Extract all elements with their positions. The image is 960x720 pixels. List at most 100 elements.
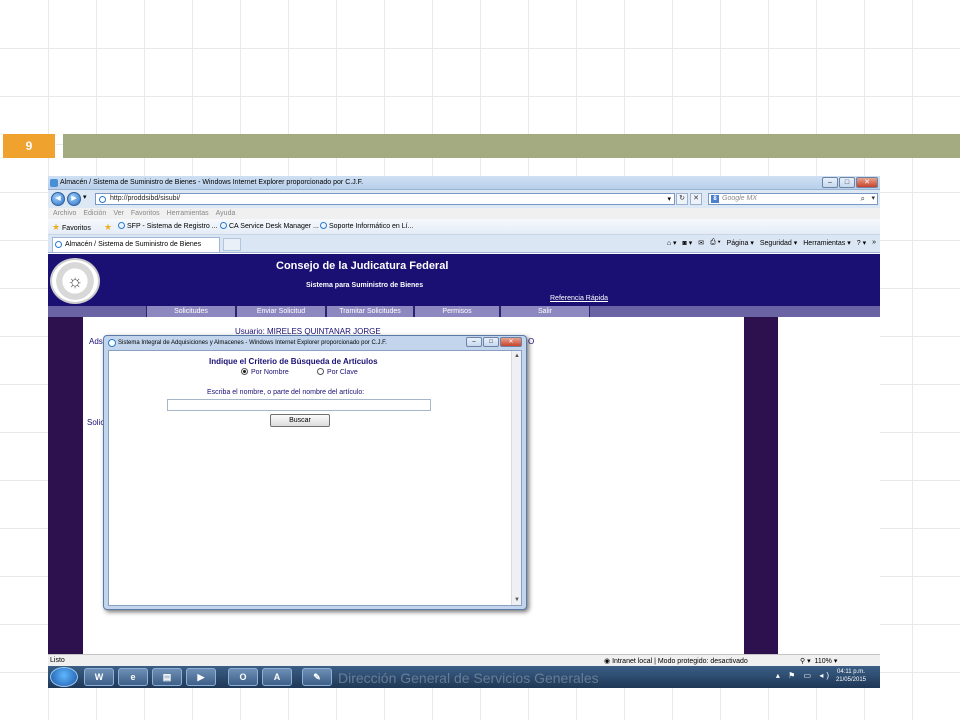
browser-screenshot: Almacén / Sistema de Suministro de Biene… <box>48 176 880 688</box>
site-header: ☼ Consejo de la Judicatura Federal Siste… <box>48 254 880 306</box>
site-subtitle: Sistema para Suministro de Bienes <box>306 282 424 289</box>
page-menu[interactable]: Página ▾ <box>727 239 754 247</box>
favorite-item-1[interactable]: SFP - Sistema de Registro ... <box>118 222 218 230</box>
history-dropdown-icon[interactable]: ▾ <box>83 193 87 201</box>
favorite-label: Soporte Informático en Lí... <box>329 223 414 230</box>
favorite-item-2[interactable]: CA Service Desk Manager ... <box>220 222 319 230</box>
security-zone: ◉ Intranet local | Modo protegido: desac… <box>604 658 748 665</box>
radio-unselected-icon[interactable] <box>317 368 324 375</box>
favorite-label: CA Service Desk Manager ... <box>229 223 319 230</box>
favorites-label: Favoritos <box>62 225 91 232</box>
folder-icon[interactable]: ▤ <box>152 668 182 686</box>
back-button[interactable]: ◀ <box>51 192 65 206</box>
menu-ayuda[interactable]: Ayuda <box>216 208 236 219</box>
minimize-button[interactable]: – <box>822 177 838 188</box>
scroll-up-icon[interactable]: ▲ <box>513 352 521 360</box>
stop-icon[interactable]: ✕ <box>690 193 702 205</box>
popup-body: Indique el Criterio de Búsqueda de Artíc… <box>108 350 522 606</box>
star-icon: ★ <box>52 222 61 232</box>
browser-window-title: Almacén / Sistema de Suministro de Biene… <box>60 179 364 186</box>
tab-bar: Almacén / Sistema de Suministro de Biene… <box>48 235 880 253</box>
grid-line <box>0 96 960 97</box>
national-seal-logo: ☼ <box>50 258 100 304</box>
menu-ver[interactable]: Ver <box>113 208 124 219</box>
forward-button[interactable]: ▶ <box>67 192 81 206</box>
page-icon <box>220 222 227 229</box>
right-sidebar-column <box>744 317 778 654</box>
menu-favoritos[interactable]: Favoritos <box>131 208 160 219</box>
internet-explorer-icon[interactable]: e <box>118 668 148 686</box>
outlook-icon[interactable]: O <box>228 668 258 686</box>
nav-enviar-solicitud[interactable]: Enviar Solicitud <box>236 306 326 317</box>
maximize-button[interactable]: □ <box>839 177 855 188</box>
add-favorite-icon[interactable]: ★ <box>104 222 112 233</box>
refresh-icon[interactable]: ↻ <box>676 193 688 205</box>
scroll-down-icon[interactable]: ▼ <box>513 596 521 604</box>
nav-permisos[interactable]: Permisos <box>414 306 500 317</box>
start-button[interactable] <box>50 667 78 687</box>
clock-date: 21/05/2015 <box>835 677 866 683</box>
menu-herramientas[interactable]: Herramientas <box>167 208 209 219</box>
page-icon <box>99 196 106 203</box>
zone-label: Intranet local | Modo protegido: desacti… <box>612 658 748 665</box>
radio-por-clave[interactable]: Por Clave <box>317 368 358 376</box>
paint-icon[interactable]: ✎ <box>302 668 332 686</box>
search-placeholder: Google MX <box>722 195 758 202</box>
window-controls: – □ ✕ <box>822 177 878 188</box>
ie-icon <box>50 179 58 187</box>
nav-tramitar-solicitudes[interactable]: Tramitar Solicitudes <box>326 306 414 317</box>
article-name-input[interactable] <box>167 399 431 411</box>
feeds-icon[interactable]: ◙ ▾ <box>683 239 693 247</box>
media-player-icon[interactable]: ▶ <box>186 668 216 686</box>
zoom-control[interactable]: ⚲ ▾ 110% ▾ <box>800 657 837 665</box>
print-icon[interactable]: ⎙ ▾ <box>710 239 721 247</box>
help-icon[interactable]: ? ▾ <box>857 239 866 247</box>
search-icon[interactable]: ⌕ <box>861 194 865 204</box>
favorites-button[interactable]: ★ Favoritos <box>52 222 91 233</box>
tools-menu[interactable]: Herramientas ▾ <box>803 239 850 247</box>
site-nav: Solicitudes Enviar Solicitud Tramitar So… <box>48 306 880 317</box>
menu-bar: Archivo Edición Ver Favoritos Herramient… <box>48 208 880 219</box>
nav-solicitudes[interactable]: Solicitudes <box>146 306 236 317</box>
system-clock[interactable]: 04:11 p.m. 21/05/2015 <box>836 668 866 684</box>
radio-por-nombre[interactable]: Por Nombre <box>241 368 289 376</box>
clock-time: 04:11 p.m. <box>837 669 865 675</box>
page-icon <box>55 241 62 248</box>
address-dropdown-icon[interactable]: ▾ <box>667 195 671 203</box>
quick-reference-link[interactable]: Referencia Rápida <box>550 295 608 302</box>
browser-titlebar: Almacén / Sistema de Suministro de Biene… <box>48 176 880 190</box>
presentation-slide: 9 Almacén / Sistema de Suministro de Bie… <box>0 0 960 720</box>
page-icon <box>118 222 125 229</box>
popup-maximize-button[interactable]: □ <box>483 337 499 347</box>
search-box[interactable]: 8 Google MX ⌕ ▾ <box>708 193 878 205</box>
address-url: http://proddsibd/sisubi/ <box>110 195 181 202</box>
pdf-reader-icon[interactable]: A <box>262 668 292 686</box>
mail-icon[interactable]: ✉ <box>698 239 704 247</box>
system-tray-icons[interactable]: ▴ ⚑ ▭ ◂) <box>776 671 832 680</box>
nav-salir[interactable]: Salir <box>500 306 590 317</box>
search-dropdown-icon[interactable]: ▾ <box>871 194 875 202</box>
menu-archivo[interactable]: Archivo <box>53 208 76 219</box>
zoom-level: 110% <box>814 658 832 665</box>
security-menu[interactable]: Seguridad ▾ <box>760 239 797 247</box>
address-tools: ↻ ✕ <box>676 193 702 205</box>
radio-selected-icon[interactable] <box>241 368 248 375</box>
home-icon[interactable]: ⌂ ▾ <box>667 239 677 247</box>
close-button[interactable]: ✕ <box>856 177 878 188</box>
content-fragment: Ads <box>89 337 103 346</box>
buscar-button[interactable]: Buscar <box>270 414 330 427</box>
new-tab-button[interactable] <box>223 238 241 251</box>
popup-close-button[interactable]: ✕ <box>500 337 522 347</box>
popup-minimize-button[interactable]: – <box>466 337 482 347</box>
chevron-right-icon[interactable]: » <box>872 239 876 247</box>
word-icon[interactable]: W <box>84 668 114 686</box>
address-field[interactable]: http://proddsibd/sisubi/ ▾ <box>95 193 675 205</box>
popup-title: Sistema Integral de Adquisiciones y Alma… <box>118 340 387 346</box>
search-instruction: Escriba el nombre, o parte del nombre de… <box>207 389 365 396</box>
command-bar: ⌂ ▾ ◙ ▾ ✉ ⎙ ▾ Página ▾ Seguridad ▾ Herra… <box>667 239 876 247</box>
menu-edicion[interactable]: Edición <box>83 208 106 219</box>
favorite-item-3[interactable]: Soporte Informático en Lí... <box>320 222 413 230</box>
popup-scrollbar[interactable]: ▲ ▼ <box>511 351 521 605</box>
ie-icon <box>108 339 116 347</box>
tab-almacen[interactable]: Almacén / Sistema de Suministro de Biene… <box>52 237 220 252</box>
